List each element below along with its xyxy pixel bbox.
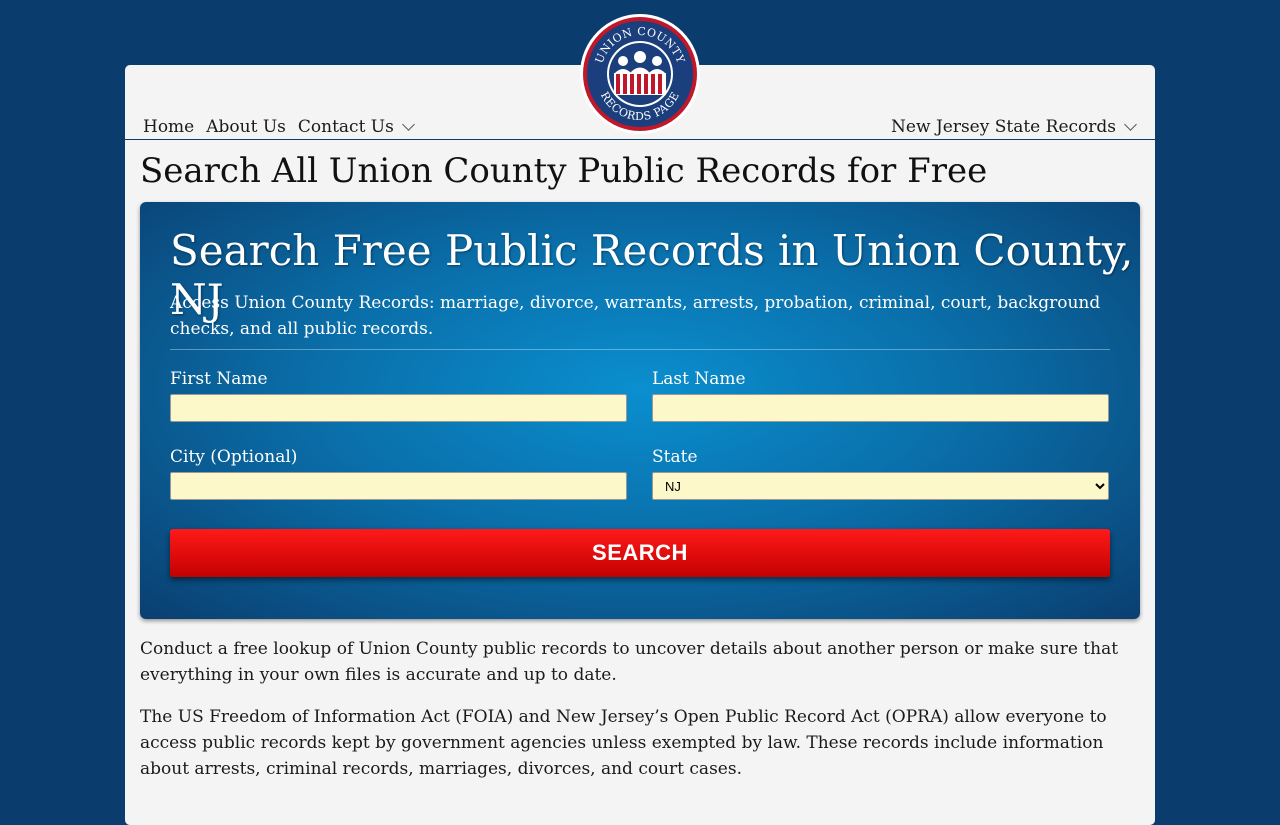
main-panel: Home About Us Contact Us New Jersey Stat…	[125, 65, 1155, 825]
foia-paragraph: The US Freedom of Information Act (FOIA)…	[140, 707, 1107, 779]
last-name-group: Last Name	[652, 369, 1109, 422]
first-name-input[interactable]	[170, 394, 627, 422]
chevron-down-icon	[401, 118, 415, 131]
city-label: City (Optional)	[170, 447, 298, 467]
chevron-down-icon	[1124, 118, 1137, 131]
search-button[interactable]: SEARCH	[170, 529, 1110, 577]
nav-contact-dropdown[interactable]: Contact Us	[297, 117, 415, 137]
search-description: Access Union County Records: marriage, d…	[170, 293, 1101, 339]
search-divider	[170, 349, 1110, 350]
state-group: State NJ	[652, 447, 1109, 500]
city-input[interactable]	[170, 472, 627, 500]
nav-state-records-label: New Jersey State Records	[891, 117, 1116, 137]
last-name-input[interactable]	[652, 394, 1109, 422]
nav-about-label: About Us	[206, 117, 286, 137]
last-name-label: Last Name	[652, 369, 746, 389]
search-form-panel: Search Free Public Records in Union Coun…	[140, 202, 1140, 619]
intro-paragraph: Conduct a free lookup of Union County pu…	[140, 639, 1119, 685]
union-county-records-seal-icon[interactable]: UNION COUNTY RECORDS PAGE	[579, 13, 701, 135]
first-name-group: First Name	[170, 369, 627, 422]
nav-home-label: Home	[143, 117, 195, 137]
nav-left: Home About Us Contact Us	[143, 117, 415, 137]
nav-about-link[interactable]: About Us	[206, 117, 286, 137]
state-select[interactable]: NJ	[652, 472, 1109, 500]
city-group: City (Optional)	[170, 447, 627, 500]
state-label: State	[652, 447, 698, 467]
first-name-label: First Name	[170, 369, 268, 389]
nav-contact-label: Contact Us	[297, 117, 394, 137]
nav-home-link[interactable]: Home	[143, 117, 194, 137]
nav-state-records-dropdown[interactable]: New Jersey State Records	[891, 117, 1137, 137]
page-title: Search All Union County Public Records f…	[140, 151, 988, 191]
